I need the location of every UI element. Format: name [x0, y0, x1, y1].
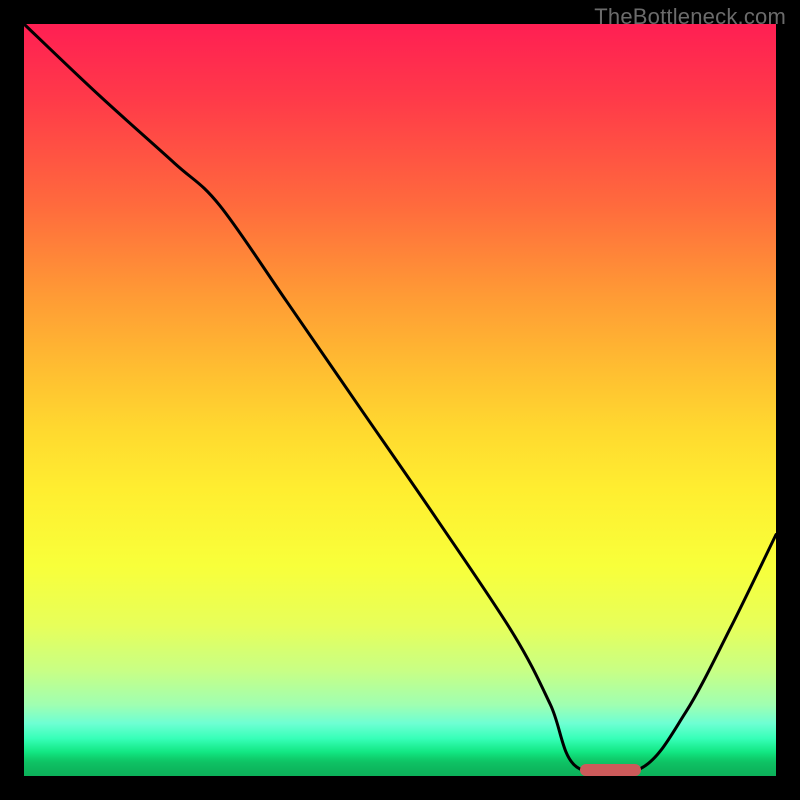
bottleneck-curve — [24, 24, 776, 776]
chart-stage: TheBottleneck.com — [0, 0, 800, 800]
watermark-text: TheBottleneck.com — [594, 4, 786, 30]
optimal-region-marker — [580, 764, 640, 776]
plot-area — [24, 24, 776, 776]
